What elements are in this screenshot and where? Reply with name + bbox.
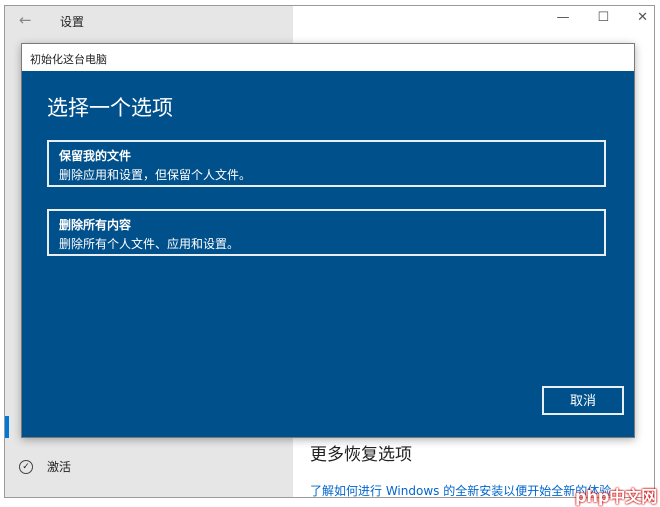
option-desc: 删除应用和设置，但保留个人文件。 <box>59 168 252 182</box>
window-controls: — ☐ ✕ <box>556 10 648 25</box>
cancel-button[interactable]: 取消 <box>542 386 624 415</box>
option-title: 删除所有内容 <box>59 218 132 232</box>
maximize-button[interactable]: ☐ <box>597 10 609 25</box>
dialog-title: 初始化这台电脑 <box>22 44 634 71</box>
more-recovery-heading: 更多恢复选项 <box>310 445 412 465</box>
close-button[interactable]: ✕ <box>637 10 648 25</box>
watermark: php中文网 <box>575 487 658 506</box>
dialog-heading: 选择一个选项 <box>47 96 173 120</box>
window-title: 设置 <box>60 15 85 29</box>
option-title: 保留我的文件 <box>59 149 132 163</box>
sidebar-item-activation[interactable]: ✓ 激活 <box>19 458 71 475</box>
selected-indicator <box>5 416 9 438</box>
reset-pc-dialog: 初始化这台电脑 选择一个选项 保留我的文件 删除应用和设置，但保留个人文件。 删… <box>21 43 635 438</box>
minimize-button[interactable]: — <box>556 10 569 25</box>
option-desc: 删除所有个人文件、应用和设置。 <box>59 237 240 251</box>
check-circle-icon: ✓ <box>19 459 33 474</box>
back-arrow-icon[interactable]: ← <box>19 11 32 29</box>
remove-everything-option[interactable]: 删除所有内容 删除所有个人文件、应用和设置。 <box>47 209 606 256</box>
sidebar-item-label: 激活 <box>47 460 72 474</box>
fresh-install-link[interactable]: 了解如何进行 Windows 的全新安装以便开始全新的体验 <box>310 482 611 499</box>
keep-files-option[interactable]: 保留我的文件 删除应用和设置，但保留个人文件。 <box>47 140 606 187</box>
